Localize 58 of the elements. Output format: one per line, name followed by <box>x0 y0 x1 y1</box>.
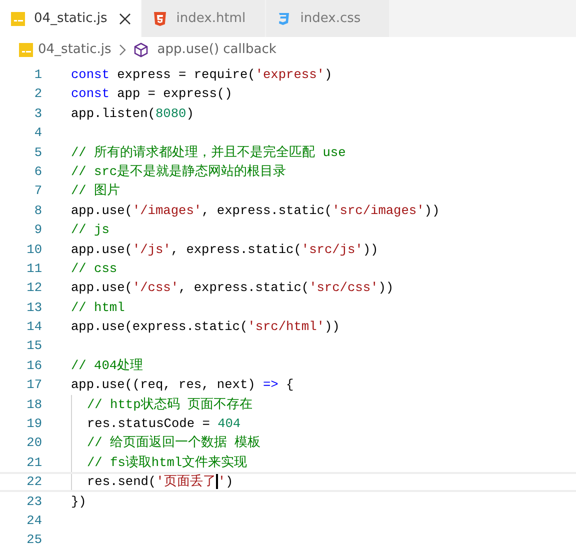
code-line: app.listen(8080) <box>71 106 194 121</box>
code-line: // fs读取html文件来实现 <box>87 454 248 470</box>
code-line: app.use('/images', express.static('src/images')) <box>71 202 440 218</box>
code-line: app.use('/css', express.static('src/css')) <box>71 280 394 296</box>
js-file-icon <box>18 42 34 58</box>
code-line: const app = express() <box>71 86 232 102</box>
code-line: // src是不是就是静态网站的根目录 <box>71 164 286 179</box>
code-line: // 所有的请求都处理，并且不是完全匹配 use <box>71 144 346 160</box>
line-number: 7 <box>33 182 42 200</box>
line-number: 19 <box>26 415 42 434</box>
line-number: 11 <box>26 260 42 278</box>
code-line: res.statusCode = 404 <box>87 416 241 432</box>
line-number: 16 <box>26 356 42 375</box>
line-number: 6 <box>33 162 42 181</box>
code-line: }) <box>71 494 86 509</box>
line-number: 1 <box>33 66 42 84</box>
line-number: 18 <box>26 396 42 414</box>
line-number: 24 <box>26 512 42 530</box>
line-number: 12 <box>26 279 42 298</box>
line-number: 23 <box>26 492 42 511</box>
code-line: const express = require('express') <box>71 67 332 82</box>
line-number: 2 <box>33 85 42 104</box>
code-line: // 404处理 <box>71 358 144 373</box>
chevron-icon <box>118 44 126 56</box>
line-number: 21 <box>26 454 42 472</box>
line-number: 20 <box>26 434 42 452</box>
js-file-icon <box>10 10 26 26</box>
line-number: 15 <box>26 337 42 356</box>
code-line: res.send('页面丢了') <box>87 474 234 490</box>
line-number: 8 <box>33 202 42 220</box>
line-number: 3 <box>33 104 42 123</box>
line-number: 22 <box>26 474 42 490</box>
editor-tab[interactable]: index.css <box>266 0 390 37</box>
line-number: 9 <box>33 221 42 240</box>
cube-icon <box>133 42 150 58</box>
code-line: // css <box>71 260 118 276</box>
line-number: 14 <box>26 318 42 336</box>
text-cursor <box>216 474 218 490</box>
html-file-icon <box>152 10 168 26</box>
code-line: app.use('/js', express.static('src/js')) <box>71 242 378 257</box>
code-line: // 给页面返回一个数据 模板 <box>87 435 261 450</box>
line-number: 10 <box>26 240 42 259</box>
code-line: app.use(express.static('src/html')) <box>71 319 340 334</box>
code-line: // 图片 <box>71 183 120 198</box>
breadcrumb-item[interactable]: 04_static.js <box>38 40 112 60</box>
line-number: 25 <box>26 531 42 547</box>
line-number: 17 <box>26 376 42 394</box>
close-icon[interactable] <box>119 12 132 24</box>
editor-tab[interactable]: 04_static.js <box>0 0 142 37</box>
code-line: // js <box>71 222 110 238</box>
code-line: app.use((req, res, next) => { <box>71 377 294 392</box>
code-line: // http状态码 页面不存在 <box>87 396 252 412</box>
breadcrumb-item[interactable]: app.use() callback <box>157 40 276 60</box>
line-number: 5 <box>33 144 42 162</box>
line-number: 13 <box>26 298 42 317</box>
line-number: 4 <box>33 124 42 142</box>
code-line: // html <box>71 300 125 315</box>
editor-tab[interactable]: index.html <box>142 0 266 37</box>
